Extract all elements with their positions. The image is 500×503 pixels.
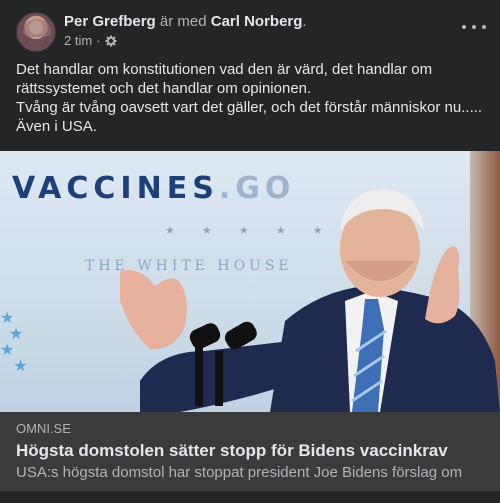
post-header: Per Grefberg är med Carl Norberg. 2 tim … [16,12,486,54]
post-author-line: Per Grefberg är med Carl Norberg. [64,12,307,32]
link-domain: OMNI.SE [16,421,71,436]
post-text: Det handlar om konstitutionen vad den är… [16,60,486,136]
post-text-line: Tvång är tvång oavsett vart det gäller, … [16,99,483,116]
link-preview-image[interactable]: VACCINES.GO ★ ★ ★ ★ ★ THE WHITE HOUSE ★ … [0,151,500,412]
link-description: USA:s högsta domstol har stoppat preside… [16,464,463,481]
post-text-line: Det handlar om konstitutionen vad den är… [16,61,433,78]
post-meta: 2 tim · [64,33,117,49]
meta-separator: · [96,33,101,48]
link-title[interactable]: Högsta domstolen sätter stopp för Bidens… [16,440,448,462]
link-preview[interactable]: OMNI.SE Högsta domstolen sätter stopp fö… [0,412,500,490]
author-avatar[interactable] [16,12,56,52]
author-name[interactable]: Per Grefberg [64,13,156,30]
period-text: . [302,13,307,30]
tagged-name[interactable]: Carl Norberg [211,13,303,30]
more-options-icon[interactable] [462,20,486,34]
post-footer-divider [0,490,500,503]
post-text-line: rättssystemet och det handlar om opinion… [16,80,312,97]
post-text-line: Även i USA. [16,118,97,135]
with-text: är med [159,13,207,30]
gear-icon[interactable] [105,35,117,47]
post-timestamp[interactable]: 2 tim [64,33,92,49]
facebook-post: Per Grefberg är med Carl Norberg. 2 tim … [0,0,500,503]
speaker-illustration [120,189,500,412]
